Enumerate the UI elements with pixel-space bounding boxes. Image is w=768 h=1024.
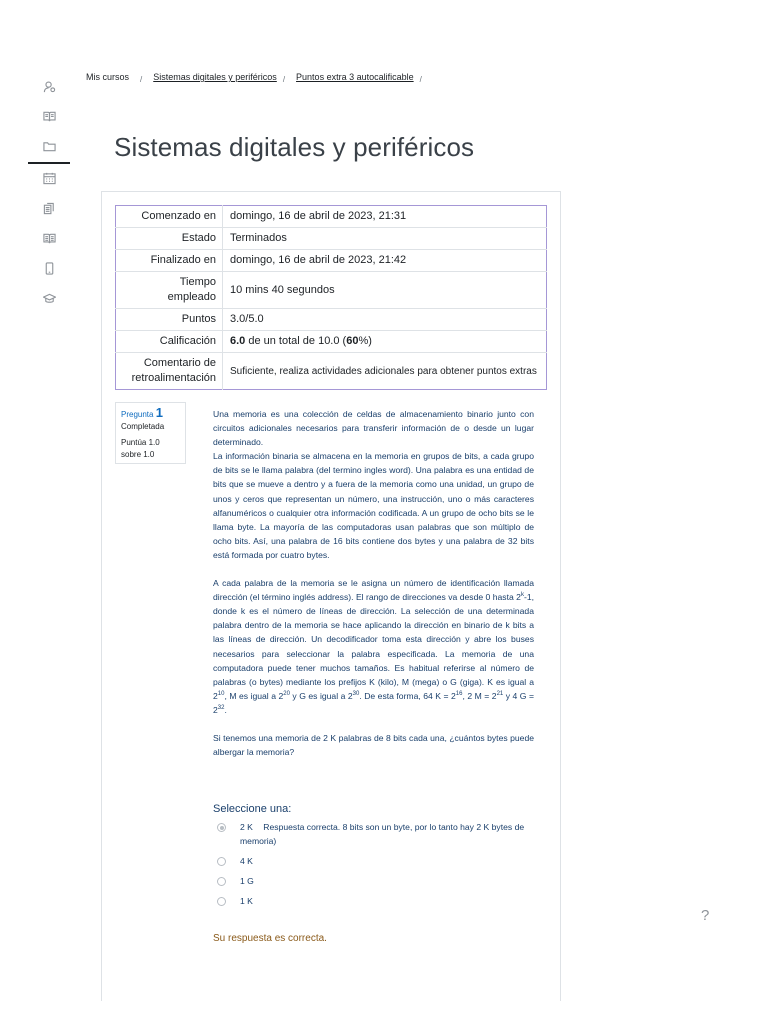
text-fragment: y G es igual a 2 [289,690,353,701]
phone-icon[interactable] [28,256,70,280]
grade-end: %) [358,335,372,347]
summary-label: Comenzado en [115,205,223,228]
summary-label-line: Comentario de [143,357,216,369]
summary-value: 10 mins 40 segundos [230,283,335,296]
question-status: Completada [121,422,165,431]
attempt-summary-table: Comenzado en domingo, 16 de abril de 202… [115,205,547,390]
summary-row-time: Tiempo empleado 10 mins 40 segundos [115,271,547,309]
radio-icon[interactable] [217,877,226,886]
question-text: Una memoria es una colección de celdas d… [213,407,534,759]
summary-value: domingo, 16 de abril de 2023, 21:31 [230,210,407,222]
text-fragment: , M es igual a 2 [224,690,284,701]
question-paragraph: Una memoria es una colección de celdas d… [213,409,534,448]
calendar-icon[interactable] [28,166,70,190]
rail-active-indicator [28,162,70,164]
summary-value: domingo, 16 de abril de 2023, 21:42 [230,254,407,266]
summary-label: Finalizado en [115,249,223,272]
grade-percent: 60 [346,335,359,347]
book-icon[interactable] [28,104,70,128]
summary-label-line: empleado [167,291,216,303]
answer-option[interactable]: 1 G [213,874,533,894]
answer-label: 2 K Respuesta correcta. 8 bits son un by… [240,820,533,848]
library-icon[interactable] [28,226,70,250]
breadcrumb-quiz[interactable]: Puntos extra 3 autocalificable [296,72,414,82]
summary-value: 3.0/5.0 [230,313,264,325]
summary-label: Comentario de retroalimentación [115,352,223,390]
summary-label: Tiempo empleado [115,271,223,309]
summary-label-line: retroalimentación [131,372,216,384]
question-label: Pregunta [121,410,154,419]
radio-icon[interactable] [217,857,226,866]
summary-row-started: Comenzado en domingo, 16 de abril de 202… [115,205,547,228]
answer-list: 2 K Respuesta correcta. 8 bits son un by… [213,820,533,914]
help-icon[interactable]: ? [701,907,709,924]
question-paragraph: A cada palabra de la memoria se le asign… [213,576,534,717]
breadcrumb-course[interactable]: Sistemas digitales y periféricos [153,72,277,82]
grade-total: de un total de 10.0 ( [245,335,347,347]
grade-score: 6.0 [230,335,246,347]
radio-icon[interactable] [217,897,226,906]
text-fragment: . De esta forma, 64 K = 2 [359,690,456,701]
text-fragment: . [224,704,227,715]
text-fragment: A cada palabra de la memoria se le asign… [213,578,534,603]
superscript: 20 [283,690,290,697]
breadcrumb-my-courses[interactable]: Mis cursos [86,72,129,82]
answer-feedback: Respuesta correcta. 8 bits son un byte, … [240,822,525,846]
answer-option[interactable]: 2 K Respuesta correcta. 8 bits son un by… [213,820,533,854]
answer-option[interactable]: 1 K [213,894,533,914]
summary-label: Calificación [115,330,223,353]
question-number: Pregunta 1 [121,405,180,421]
copy-icon[interactable] [28,196,70,220]
question-score-line: sobre 1.0 [121,450,155,459]
answer-value: 2 K [240,822,253,832]
question-info-box: Pregunta 1 Completada Puntúa 1.0 sobre 1… [115,402,186,464]
answer-option[interactable]: 4 K [213,854,533,874]
summary-value: Terminados [230,232,287,244]
summary-label: Puntos [115,308,223,331]
answer-label: 4 K [240,856,253,866]
breadcrumb-separator: / [140,74,143,84]
graduation-cap-icon[interactable] [28,286,70,310]
radio-checked-icon[interactable] [217,823,226,832]
question-score-line: Puntúa 1.0 [121,438,160,447]
summary-value: 6.0 de un total de 10.0 (60%) [223,331,547,353]
summary-row-points: Puntos 3.0/5.0 [115,308,547,331]
answer-feedback-message: Su respuesta es correcta. [213,933,327,944]
answer-label: 1 K [240,896,253,906]
summary-value: Suficiente, realiza actividades adiciona… [230,365,537,377]
summary-row-state: Estado Terminados [115,227,547,250]
breadcrumb-separator: / [282,74,286,84]
text-fragment: , 2 M = 2 [462,690,497,701]
summary-label-line: Tiempo [179,276,216,288]
question-paragraph: La información binaria se almacena en la… [213,451,534,560]
breadcrumb-separator: / [419,74,422,84]
summary-row-finished: Finalizado en domingo, 16 de abril de 20… [115,249,547,272]
summary-label: Estado [115,227,223,250]
summary-row-feedback: Comentario de retroalimentación Suficien… [115,352,547,390]
page-title: Sistemas digitales y periféricos [114,132,475,162]
text-fragment: -1, donde k es el número de líneas de di… [213,592,534,701]
question-prompt: Si tenemos una memoria de 2 K palabras d… [213,732,534,758]
summary-row-grade: Calificación 6.0 de un total de 10.0 (60… [115,330,547,353]
user-icon[interactable] [28,74,70,98]
answer-label: 1 G [240,876,254,886]
select-one-label: Seleccione una: [213,803,292,815]
folder-icon[interactable] [28,134,70,158]
question-number-value: 1 [155,405,163,420]
breadcrumb: Mis cursos / Sistemas digitales y perifé… [86,72,433,84]
